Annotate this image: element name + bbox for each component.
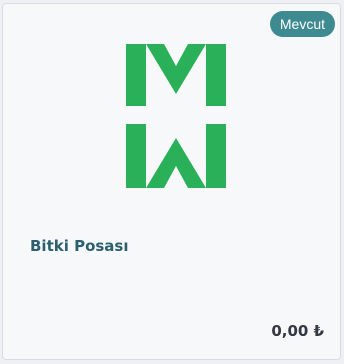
mw-logo-icon [126, 44, 226, 188]
product-price: 0,00 ₺ [271, 322, 324, 340]
availability-badge: Mevcut [269, 11, 335, 37]
product-name[interactable]: Bitki Posası [30, 237, 129, 255]
product-card[interactable]: Mevcut Bitki Posası 0,00 ₺ [2, 3, 341, 360]
